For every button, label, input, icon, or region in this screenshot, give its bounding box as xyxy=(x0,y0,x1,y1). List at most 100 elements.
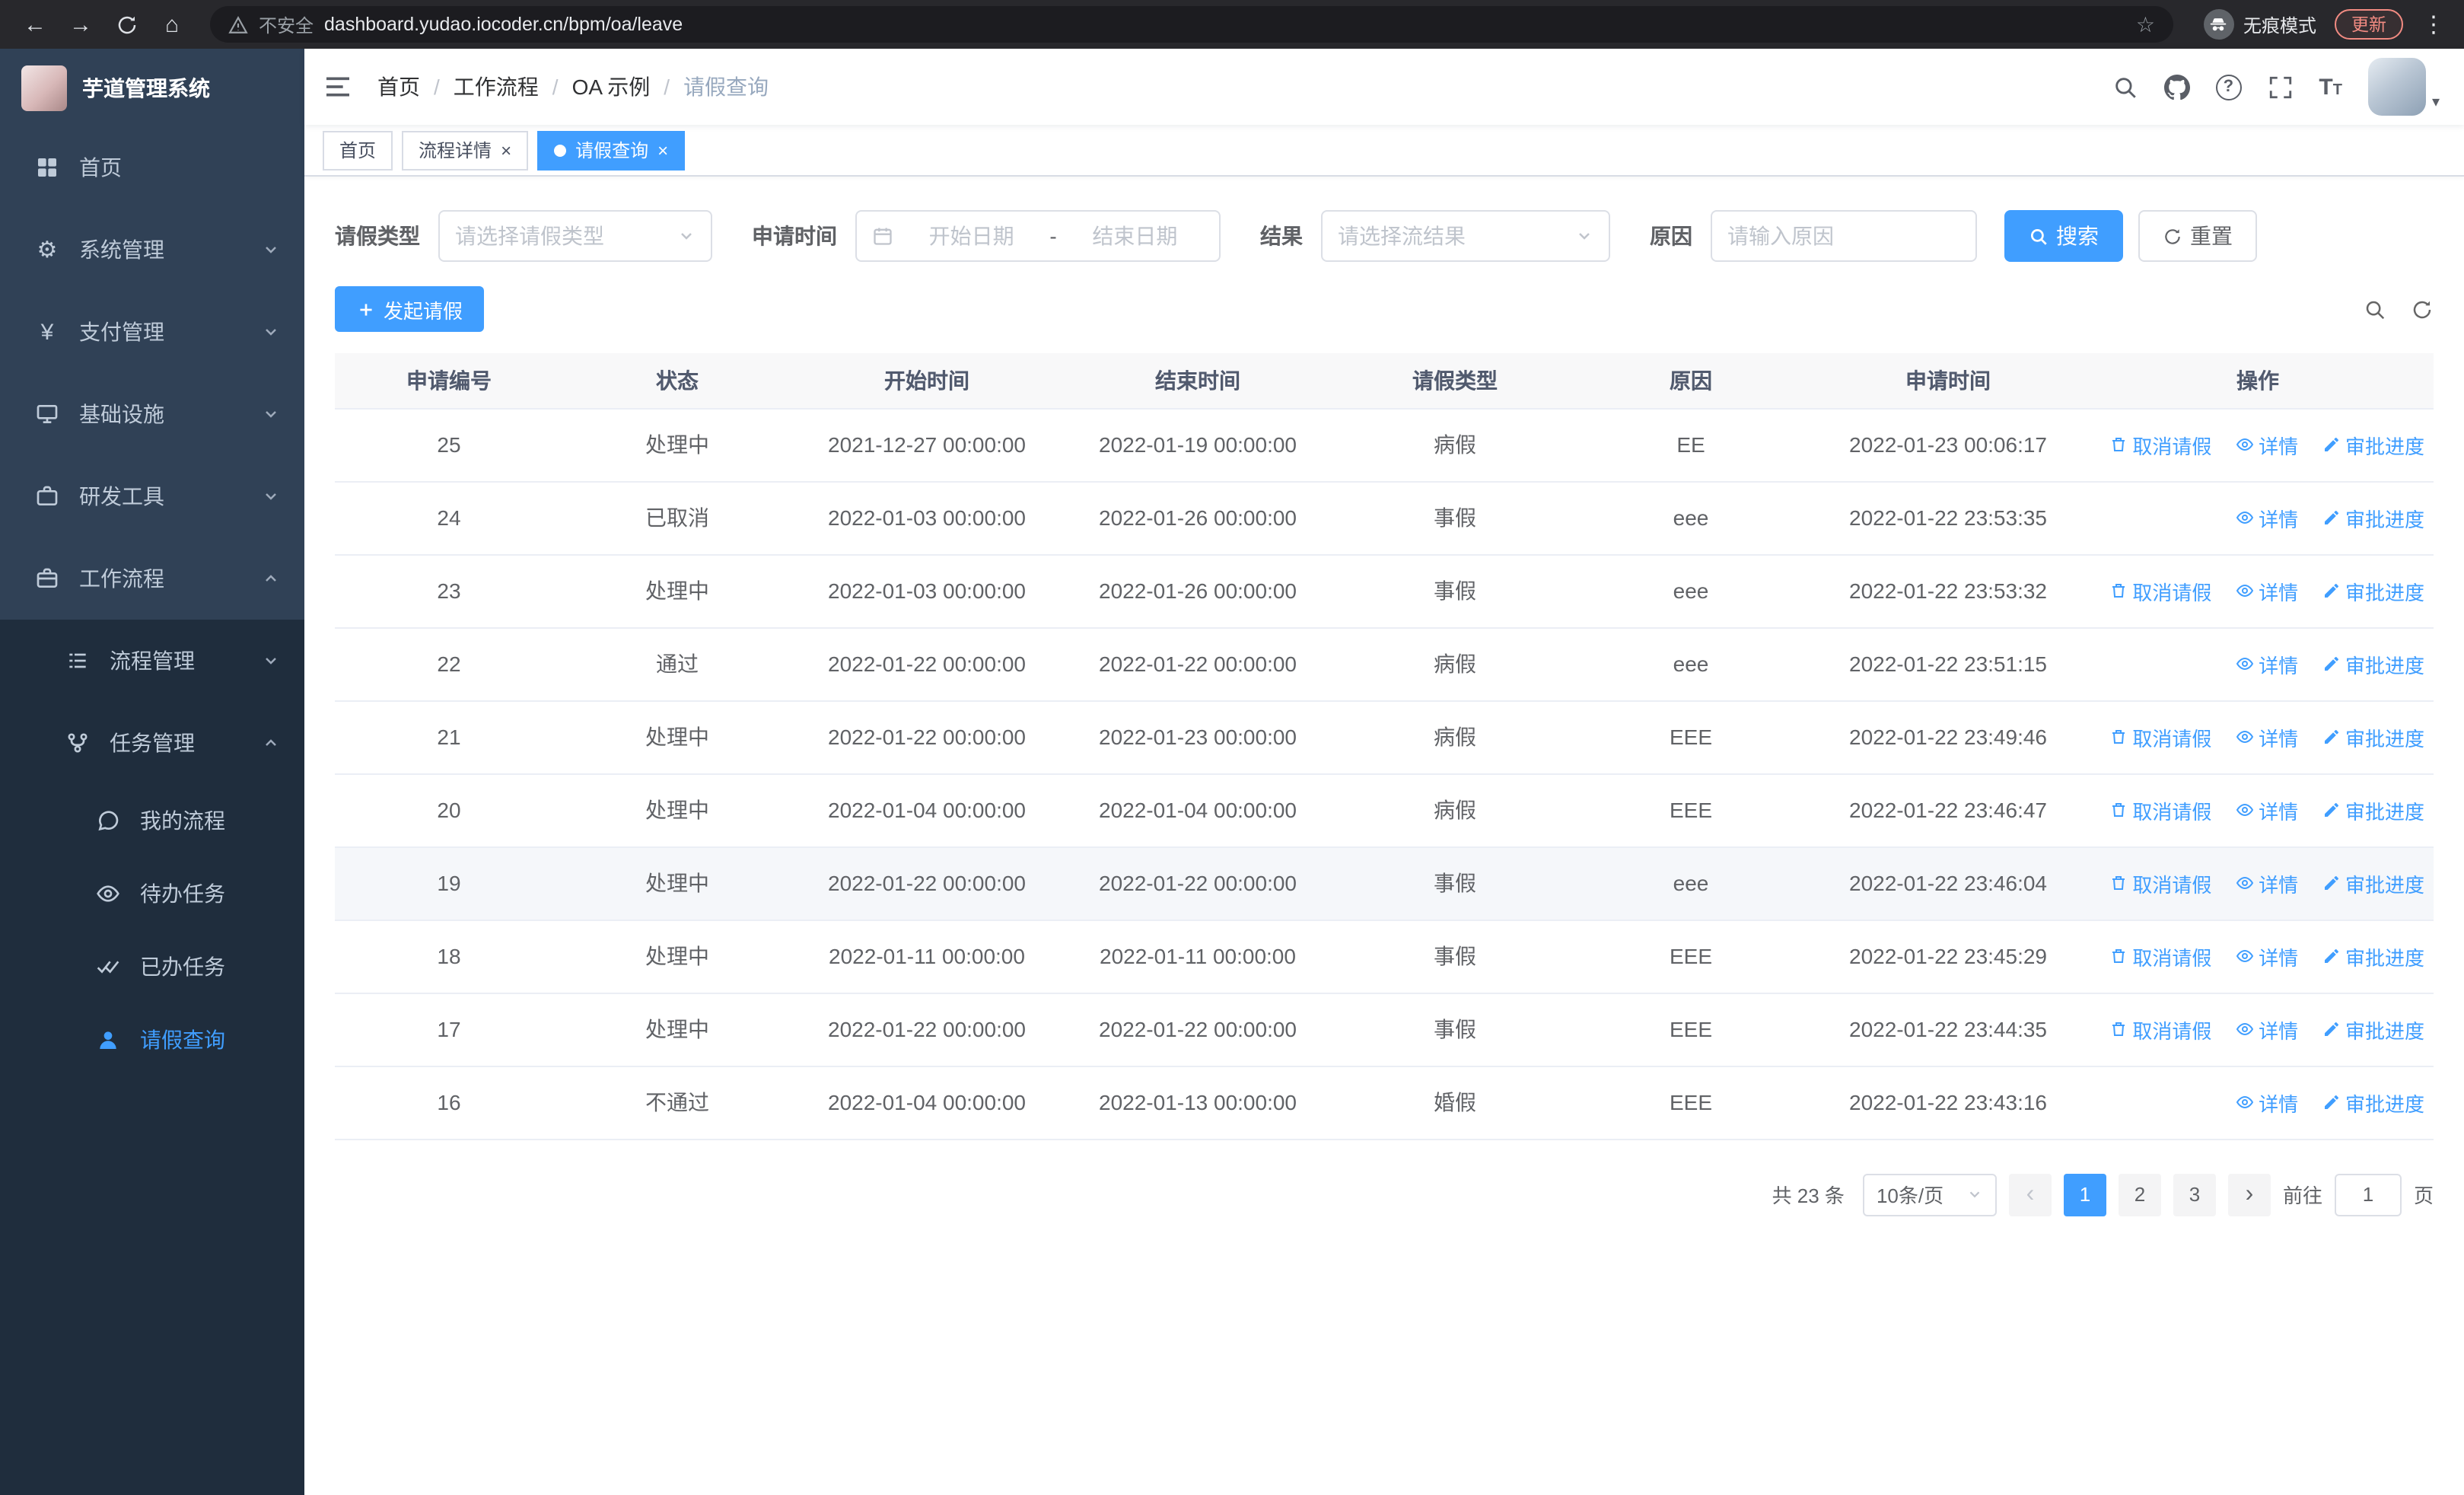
sidebar-item-pending-tasks[interactable]: 待办任务 xyxy=(0,857,304,930)
goto-label: 前往 xyxy=(2282,1184,2322,1207)
chevron-down-icon xyxy=(1575,227,1593,245)
tab-home[interactable]: 首页 xyxy=(323,130,393,170)
cell-start-time: 2022-01-04 00:00:00 xyxy=(791,1066,1062,1140)
reset-button[interactable]: 重置 xyxy=(2138,210,2257,262)
cell-start-time: 2022-01-22 00:00:00 xyxy=(791,993,1062,1066)
toggle-search-icon[interactable] xyxy=(2364,298,2386,320)
search-button[interactable]: 搜索 xyxy=(2004,210,2123,262)
app-logo[interactable]: 芋道管理系统 xyxy=(0,49,304,126)
detail-link[interactable]: 详情 xyxy=(2236,1015,2298,1044)
sidebar-item-payment[interactable]: ¥ 支付管理 xyxy=(0,291,304,373)
sidebar-item-done-tasks[interactable]: 已办任务 xyxy=(0,930,304,1003)
sidebar-item-infrastructure[interactable]: 基础设施 xyxy=(0,373,304,455)
sidebar-item-system[interactable]: ⚙ 系统管理 xyxy=(0,209,304,291)
cell-start-time: 2022-01-03 00:00:00 xyxy=(791,481,1062,555)
cell-operations: 取消请假 详情 审批进度 xyxy=(2091,408,2434,482)
close-icon[interactable]: × xyxy=(501,141,511,159)
prev-page-button[interactable]: ‹ xyxy=(2008,1173,2052,1216)
tab-process-detail[interactable]: 流程详情 × xyxy=(402,130,529,170)
cancel-leave-link[interactable]: 取消请假 xyxy=(2109,576,2211,605)
sidebar-item-leave-query[interactable]: 请假查询 xyxy=(0,1003,304,1076)
approval-progress-link[interactable]: 审批进度 xyxy=(2322,722,2424,751)
detail-link[interactable]: 详情 xyxy=(2236,503,2298,532)
detail-link[interactable]: 详情 xyxy=(2236,722,2298,751)
cancel-leave-link[interactable]: 取消请假 xyxy=(2109,869,2211,897)
apply-time-range-picker[interactable]: 开始日期 - 结束日期 xyxy=(855,210,1221,262)
breadcrumb-workflow[interactable]: 工作流程 xyxy=(454,72,539,102)
browser-home-button[interactable]: ⌂ xyxy=(152,5,192,44)
fullscreen-icon[interactable] xyxy=(2267,74,2293,100)
breadcrumb-oa-example[interactable]: OA 示例 xyxy=(572,72,651,102)
bookmark-star-icon[interactable]: ☆ xyxy=(2136,11,2155,37)
chevron-down-icon xyxy=(262,652,280,670)
github-icon[interactable] xyxy=(2163,74,2190,100)
close-icon[interactable]: × xyxy=(657,141,668,159)
detail-link[interactable]: 详情 xyxy=(2236,1088,2298,1117)
approval-progress-link[interactable]: 审批进度 xyxy=(2322,795,2424,824)
sidebar-item-task-management[interactable]: 任务管理 xyxy=(0,702,304,784)
approval-progress-link[interactable]: 审批进度 xyxy=(2322,576,2424,605)
address-bar[interactable]: 不安全 dashboard.yudao.iocoder.cn/bpm/oa/le… xyxy=(210,6,2173,43)
approval-progress-link[interactable]: 审批进度 xyxy=(2322,430,2424,459)
detail-label: 详情 xyxy=(2259,435,2299,457)
cancel-leave-link[interactable]: 取消请假 xyxy=(2109,942,2211,971)
tab-leave-query[interactable]: 请假查询 × xyxy=(537,130,686,170)
cancel-leave-link[interactable]: 取消请假 xyxy=(2109,722,2211,751)
cancel-leave-link[interactable]: 取消请假 xyxy=(2109,430,2211,459)
goto-page-input[interactable] xyxy=(2334,1173,2402,1216)
breadcrumb-home[interactable]: 首页 xyxy=(377,72,420,102)
sidebar-item-my-processes[interactable]: 我的流程 xyxy=(0,784,304,857)
detail-link[interactable]: 详情 xyxy=(2236,576,2298,605)
security-label[interactable]: 不安全 xyxy=(259,11,314,37)
page-button-3[interactable]: 3 xyxy=(2173,1173,2216,1216)
detail-link[interactable]: 详情 xyxy=(2236,649,2298,678)
browser-update-button[interactable]: 更新 xyxy=(2335,9,2403,40)
approval-progress-link[interactable]: 审批进度 xyxy=(2322,942,2424,971)
approval-progress-link[interactable]: 审批进度 xyxy=(2322,503,2424,532)
cell-end-time: 2022-01-23 00:00:00 xyxy=(1062,700,1333,774)
pen-icon xyxy=(2324,949,2338,963)
approval-progress-link[interactable]: 审批进度 xyxy=(2322,649,2424,678)
leave-type-select[interactable]: 请选择请假类型 xyxy=(438,210,712,262)
sidebar-item-dev-tools[interactable]: 研发工具 xyxy=(0,455,304,537)
browser-forward-button[interactable]: → xyxy=(61,5,100,44)
cancel-leave-link[interactable]: 取消请假 xyxy=(2109,795,2211,824)
breadcrumb-separator: / xyxy=(552,75,559,99)
table-row: 16 不通过 2022-01-04 00:00:00 2022-01-13 00… xyxy=(335,1066,2434,1140)
approval-progress-link[interactable]: 审批进度 xyxy=(2322,869,2424,897)
cell-end-time: 2022-01-22 00:00:00 xyxy=(1062,846,1333,920)
page-size-select[interactable]: 10条/页 xyxy=(1862,1173,1997,1216)
help-icon[interactable]: ? xyxy=(2215,74,2242,100)
header-search-icon[interactable] xyxy=(2112,74,2138,100)
detail-link[interactable]: 详情 xyxy=(2236,795,2298,824)
table-row: 18 处理中 2022-01-11 00:00:00 2022-01-11 00… xyxy=(335,920,2434,993)
user-menu[interactable]: ▾ xyxy=(2367,58,2440,116)
browser-menu-icon[interactable]: ⋮ xyxy=(2418,11,2449,38)
table-row: 23 处理中 2022-01-03 00:00:00 2022-01-26 00… xyxy=(335,554,2434,628)
browser-reload-button[interactable] xyxy=(107,5,146,44)
url-text[interactable]: dashboard.yudao.iocoder.cn/bpm/oa/leave xyxy=(324,14,683,35)
result-select[interactable]: 请选择流结果 xyxy=(1321,210,1610,262)
page-button-1[interactable]: 1 xyxy=(2063,1173,2106,1216)
approval-progress-label: 审批进度 xyxy=(2345,508,2424,531)
reason-input[interactable] xyxy=(1711,210,1977,262)
eye-icon xyxy=(2236,657,2254,671)
detail-link[interactable]: 详情 xyxy=(2236,942,2298,971)
browser-back-button[interactable]: ← xyxy=(15,5,55,44)
create-leave-button[interactable]: 发起请假 xyxy=(335,286,485,332)
cancel-leave-link[interactable]: 取消请假 xyxy=(2109,1015,2211,1044)
font-size-icon[interactable]: TT xyxy=(2319,74,2342,100)
sidebar-item-workflow[interactable]: 工作流程 xyxy=(0,537,304,620)
refresh-table-icon[interactable] xyxy=(2411,298,2434,320)
next-page-button[interactable]: › xyxy=(2227,1173,2271,1216)
detail-link[interactable]: 详情 xyxy=(2236,430,2298,459)
approval-progress-link[interactable]: 审批进度 xyxy=(2322,1015,2424,1044)
sidebar-collapse-icon[interactable] xyxy=(323,72,353,102)
cell-operations: 详情 审批进度 xyxy=(2091,627,2434,701)
sidebar-item-process-management[interactable]: 流程管理 xyxy=(0,620,304,702)
sidebar-item-home[interactable]: 首页 xyxy=(0,126,304,209)
branch-icon xyxy=(61,731,94,755)
detail-link[interactable]: 详情 xyxy=(2236,869,2298,897)
approval-progress-link[interactable]: 审批进度 xyxy=(2322,1088,2424,1117)
page-button-2[interactable]: 2 xyxy=(2118,1173,2161,1216)
